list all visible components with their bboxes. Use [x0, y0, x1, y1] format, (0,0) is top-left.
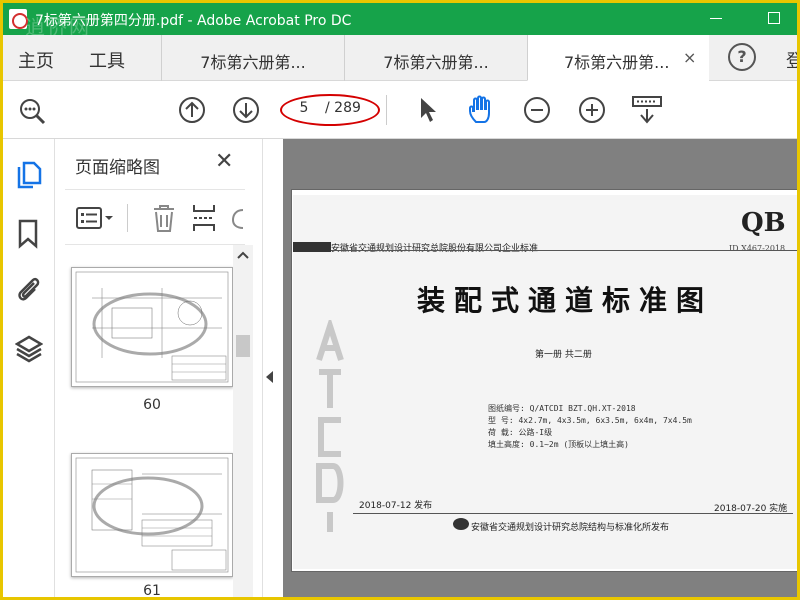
document-tab-2[interactable]: 7标第六册第... — [344, 35, 527, 81]
toolbar-divider — [386, 95, 387, 125]
document-tab-3[interactable]: 7标第六册第... — [527, 35, 709, 81]
thumbnail-page-number: 60 — [143, 397, 161, 413]
header-rule — [331, 250, 797, 251]
title-bar: 逍侨网 7标第六册第四分册.pdf - Adobe Acrobat Pro DC — [3, 3, 797, 39]
meta-drawing-number: 图纸编号: Q/ATCDI BZT.QH.XT-2018 — [488, 404, 636, 413]
page-thumbnail[interactable] — [71, 453, 233, 577]
standard-number: ID X467-2018 — [729, 244, 786, 253]
next-page-icon[interactable] — [232, 96, 260, 124]
header-bar — [293, 242, 331, 252]
document-tab-label: 7标第六册第... — [564, 53, 670, 72]
scanned-cover-page: QB ID X467-2018 安徽省交通规划设计研究总院股份有限公司企业标准 … — [293, 195, 797, 569]
thumbnails-toolbar — [65, 189, 245, 245]
scrollbar-thumb[interactable] — [236, 335, 250, 357]
thumbnail-scrollbar[interactable] — [233, 245, 253, 597]
thumbnails-panel: 页面缩略图 ✕ 60 61 — [55, 139, 263, 599]
zoom-out-icon[interactable] — [523, 96, 551, 124]
document-tab-1[interactable]: 7标第六册第... — [161, 35, 344, 81]
toolbar: 5 / 289 — [3, 81, 797, 139]
atcdi-logo-icon — [316, 320, 344, 532]
tab-bar: 主页 工具 7标第六册第... 7标第六册第... 7标第六册第... × ? … — [3, 35, 797, 81]
hand-tool-icon[interactable] — [466, 94, 498, 126]
scroll-up-icon[interactable] — [237, 251, 249, 259]
insert-page-icon[interactable] — [191, 203, 217, 233]
zoom-in-icon[interactable] — [578, 96, 606, 124]
panel-title: 页面缩略图 — [75, 158, 160, 178]
annotation-ellipse — [280, 94, 380, 126]
close-tab-icon[interactable]: × — [683, 48, 696, 67]
page-display-icon[interactable] — [631, 95, 663, 125]
select-cursor-icon[interactable] — [417, 96, 439, 124]
publisher: 安徽省交通规划设计研究总院结构与标准化所发布 — [471, 523, 670, 533]
toolbar-divider — [127, 204, 128, 232]
attachment-icon[interactable] — [15, 274, 43, 304]
collapse-panel-icon[interactable] — [266, 371, 273, 383]
meta-load: 荷 载: 公路-I级 — [488, 428, 553, 437]
issue-date: 2018-07-12 发布 — [359, 501, 433, 511]
window-title: 7标第六册第四分册.pdf - Adobe Acrobat Pro DC — [35, 13, 352, 29]
thumbnail-page-number: 61 — [143, 583, 161, 599]
panel-splitter[interactable] — [263, 139, 283, 597]
page-thumbnail[interactable] — [71, 267, 233, 387]
document-title: 装配式通道标准图 — [417, 284, 714, 317]
document-tab-label: 7标第六册第... — [200, 53, 306, 72]
layers-icon[interactable] — [15, 334, 43, 364]
footer-rule — [353, 513, 793, 514]
close-panel-icon[interactable]: ✕ — [215, 149, 233, 174]
help-icon[interactable]: ? — [728, 43, 756, 71]
page-thumbnails-icon[interactable] — [15, 161, 43, 191]
minimize-button[interactable] — [710, 18, 722, 19]
previous-page-icon[interactable] — [178, 96, 206, 124]
delete-page-icon[interactable] — [151, 203, 177, 233]
meta-model: 型 号: 4x2.7m, 4x3.5m, 6x3.5m, 6x4m, 7x4.5… — [488, 416, 692, 425]
document-tab-label: 7标第六册第... — [383, 53, 489, 72]
rotate-page-icon[interactable] — [231, 204, 245, 232]
thumbnail-list: 60 61 — [55, 245, 245, 599]
bookmark-icon[interactable] — [17, 219, 39, 249]
app-window: 逍侨网 7标第六册第四分册.pdf - Adobe Acrobat Pro DC… — [0, 0, 800, 600]
organization-standard: 安徽省交通规划设计研究总院股份有限公司企业标准 — [331, 244, 539, 254]
meta-fill-height: 填土高度: 0.1~2m (顶板以上填土高) — [488, 440, 629, 449]
navigation-rail — [3, 139, 55, 597]
find-icon[interactable] — [17, 96, 49, 128]
sign-in-link[interactable]: 登 — [786, 47, 797, 73]
thumbnail-drawing — [75, 271, 229, 383]
tools-tab[interactable]: 工具 — [89, 47, 125, 73]
volume-label: 第一册 共二册 — [535, 350, 592, 360]
thumbnail-drawing — [75, 457, 229, 573]
standard-mark: QB — [741, 208, 786, 238]
home-tab[interactable]: 主页 — [18, 47, 54, 73]
maximize-button[interactable] — [768, 12, 780, 24]
publisher-logo-icon — [453, 518, 469, 530]
options-menu-icon[interactable] — [75, 206, 115, 230]
